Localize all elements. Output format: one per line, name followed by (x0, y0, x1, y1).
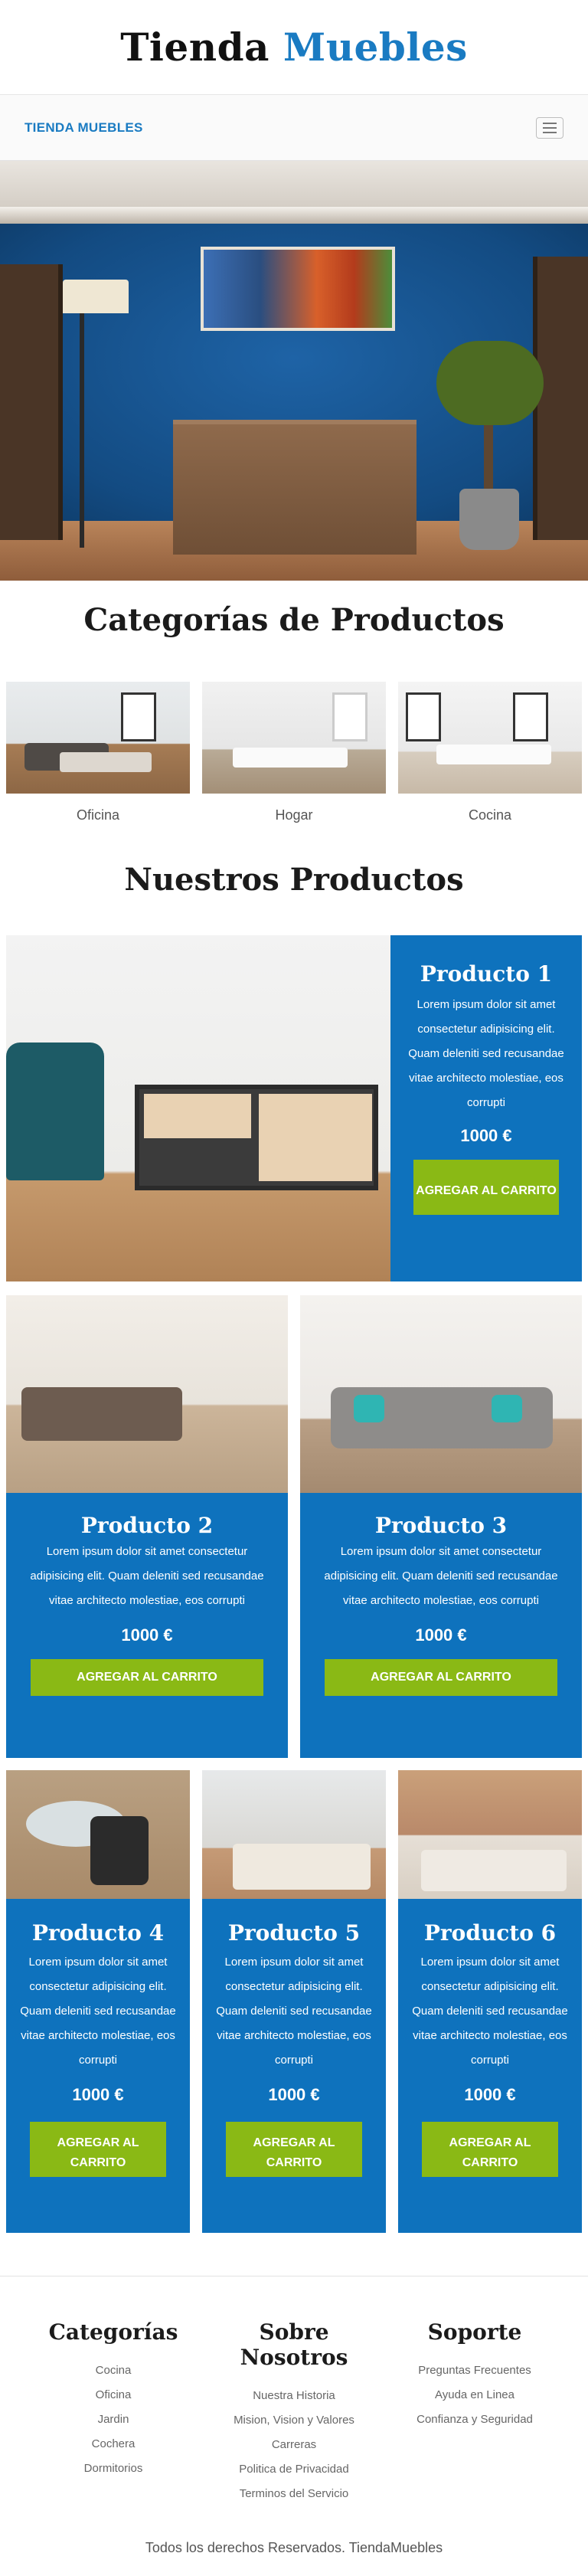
product-card-1: Producto 1 Lorem ipsum dolor sit amet co… (6, 935, 582, 1281)
site-title: Tienda Muebles (120, 25, 468, 70)
categories-section: Categorías de Productos Oficina Hogar Co… (0, 581, 588, 839)
footer-column-title: Soporte (427, 2319, 522, 2345)
category-card-hogar[interactable]: Hogar (202, 682, 386, 823)
hero-image (0, 161, 588, 581)
hamburger-menu-icon[interactable] (536, 116, 564, 139)
product-image[interactable] (300, 1295, 582, 1493)
add-to-cart-button[interactable]: AGREGAR AL CARRITO (413, 1160, 559, 1215)
add-to-cart-button[interactable]: AGREGAR AL CARRITO (325, 1659, 557, 1696)
footer-link[interactable]: Confianza y Seguridad (387, 2407, 563, 2432)
footer-column-title: Sobre Nosotros (240, 2319, 348, 2370)
footer-link[interactable]: Terminos del Servicio (206, 2482, 382, 2506)
product-price: 1000 € (72, 2085, 124, 2104)
copyright-text: Todos los derechos Reservados. TiendaMue… (145, 2540, 443, 2555)
product-price: 1000 € (460, 1126, 512, 1145)
product-price: 1000 € (415, 1625, 467, 1645)
category-label[interactable]: Hogar (202, 794, 386, 823)
footer-link[interactable]: Nuestra Historia (206, 2384, 382, 2408)
category-image[interactable] (6, 682, 190, 794)
footer-link[interactable]: Ayuda en Linea (387, 2383, 563, 2407)
product-image[interactable] (398, 1770, 582, 1899)
footer-link[interactable]: Politica de Privacidad (206, 2457, 382, 2482)
footer-link[interactable]: Dormitorios (25, 2457, 201, 2481)
footer-column-title: Categorías (48, 2319, 178, 2345)
navbar: TIENDA MUEBLES (0, 95, 588, 161)
add-to-cart-button[interactable]: AGREGAR AL CARRITO (226, 2122, 362, 2177)
product-description: Lorem ipsum dolor sit amet consectetur a… (20, 1956, 176, 2067)
add-to-cart-button[interactable]: AGREGAR AL CARRITO (31, 1659, 263, 1696)
footer-link[interactable]: Carreras (206, 2433, 382, 2457)
footer-column-categorias: Categorías Cocina Oficina Jardin Cochera… (25, 2319, 201, 2506)
footer-link[interactable]: Cocina (25, 2358, 201, 2383)
product-name: Producto 6 (423, 1920, 557, 1946)
product-description: Lorem ipsum dolor sit amet consectetur a… (30, 1545, 264, 1607)
footer-column-sobre-nosotros: Sobre Nosotros Nuestra Historia Mision, … (206, 2319, 382, 2506)
add-to-cart-button[interactable]: AGREGAR AL CARRITO (30, 2122, 166, 2177)
product-description: Lorem ipsum dolor sit amet consectetur a… (324, 1545, 558, 1607)
product-image[interactable] (6, 935, 390, 1281)
site-title-part2: Muebles (283, 25, 468, 70)
product-price: 1000 € (268, 2085, 320, 2104)
product-card-4: Producto 4 Lorem ipsum dolor sit amet co… (6, 1770, 190, 2233)
category-label[interactable]: Cocina (398, 794, 582, 823)
site-header: Tienda Muebles (0, 0, 588, 95)
product-card-2: Producto 2 Lorem ipsum dolor sit amet co… (6, 1295, 288, 1758)
hero-dresser (173, 420, 416, 555)
product-card-6: Producto 6 Lorem ipsum dolor sit amet co… (398, 1770, 582, 2233)
product-description: Lorem ipsum dolor sit amet consectetur a… (216, 1956, 372, 2067)
hero-painting (201, 247, 395, 331)
products-section: Nuestros Productos Producto 1 Lorem ipsu… (0, 839, 588, 2233)
category-image[interactable] (202, 682, 386, 794)
category-card-cocina[interactable]: Cocina (398, 682, 582, 823)
product-name: Producto 1 (420, 961, 553, 987)
product-card-3: Producto 3 Lorem ipsum dolor sit amet co… (300, 1295, 582, 1758)
product-description: Lorem ipsum dolor sit amet consectetur a… (412, 1956, 568, 2067)
navbar-brand-link[interactable]: TIENDA MUEBLES (24, 120, 143, 136)
product-image[interactable] (202, 1770, 386, 1899)
add-to-cart-button[interactable]: AGREGAR AL CARRITO (422, 2122, 558, 2177)
category-image[interactable] (398, 682, 582, 794)
product-description: Lorem ipsum dolor sit amet consectetur a… (408, 998, 564, 1109)
product-image[interactable] (6, 1770, 190, 1899)
categories-title: Categorías de Productos (83, 602, 505, 638)
product-name: Producto 5 (227, 1920, 361, 1946)
footer-link[interactable]: Preguntas Frecuentes (387, 2358, 563, 2383)
product-card-5: Producto 5 Lorem ipsum dolor sit amet co… (202, 1770, 386, 2233)
product-image[interactable] (6, 1295, 288, 1493)
footer-link[interactable]: Jardin (25, 2407, 201, 2432)
hero-plant (436, 341, 544, 425)
site-title-part1: Tienda (120, 25, 270, 70)
category-card-oficina[interactable]: Oficina (6, 682, 190, 823)
hero-lamp (63, 280, 129, 313)
footer-link[interactable]: Oficina (25, 2383, 201, 2407)
category-label[interactable]: Oficina (6, 794, 190, 823)
product-name: Producto 4 (31, 1920, 165, 1946)
product-price: 1000 € (121, 1625, 173, 1645)
product-name: Producto 2 (80, 1513, 214, 1538)
footer-link[interactable]: Mision, Vision y Valores (206, 2408, 382, 2433)
site-footer: Categorías Cocina Oficina Jardin Cochera… (0, 2276, 588, 2576)
product-name: Producto 3 (374, 1513, 508, 1538)
products-title: Nuestros Productos (124, 862, 464, 898)
product-price: 1000 € (464, 2085, 516, 2104)
footer-column-soporte: Soporte Preguntas Frecuentes Ayuda en Li… (387, 2319, 563, 2506)
footer-link[interactable]: Cochera (25, 2432, 201, 2457)
